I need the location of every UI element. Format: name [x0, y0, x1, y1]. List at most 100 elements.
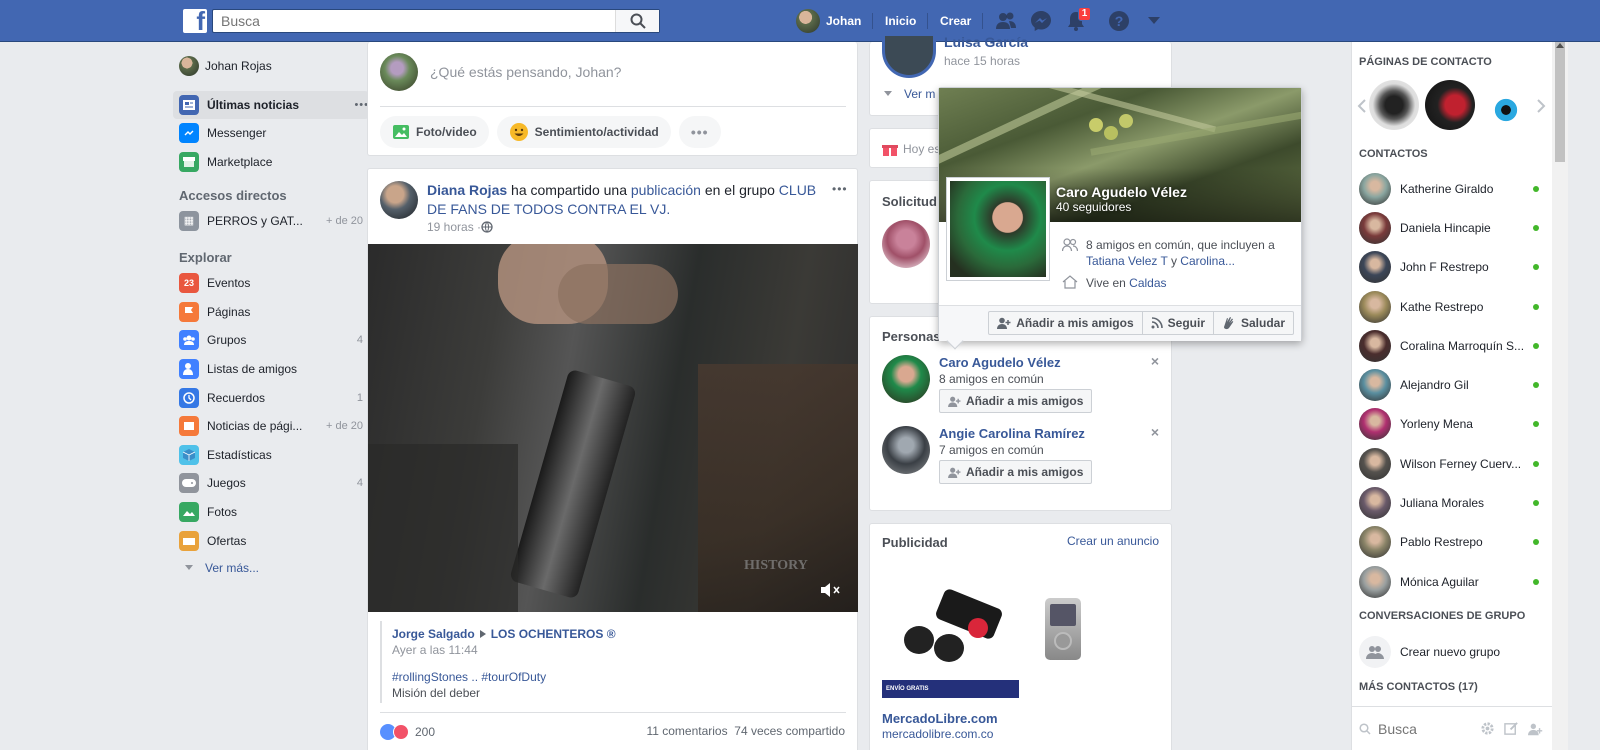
- contact-item[interactable]: Pablo Restrepo: [1352, 523, 1552, 562]
- friend-requests-icon[interactable]: [995, 11, 1017, 31]
- sidebar-item-news-feed[interactable]: Últimas noticias •••: [173, 90, 369, 120]
- mutual-friend-link[interactable]: Carolina...: [1180, 254, 1235, 268]
- close-icon[interactable]: ×: [1151, 424, 1159, 440]
- add-friend-button[interactable]: Añadir a mis amigos: [939, 460, 1093, 484]
- avatar[interactable]: [882, 426, 930, 474]
- composer-input[interactable]: ¿Qué estás pensando, Johan?: [380, 50, 845, 94]
- contact-item[interactable]: Yorleny Mena: [1352, 405, 1552, 444]
- contact-item[interactable]: Wilson Ferney Cuerv...: [1352, 444, 1552, 483]
- avatar[interactable]: [882, 355, 930, 403]
- scrollbar-thumb[interactable]: [1555, 42, 1565, 162]
- post-options-button[interactable]: •••: [832, 182, 848, 196]
- chevron-right-icon[interactable]: [1536, 99, 1546, 113]
- story-see-more[interactable]: Ver m: [882, 87, 935, 101]
- sidebar-item-page-feed[interactable]: Noticias de pági... + de 20: [179, 412, 363, 441]
- chevron-left-icon[interactable]: [1357, 99, 1367, 113]
- profile-link[interactable]: Johan: [796, 0, 861, 42]
- avatar[interactable]: [380, 181, 418, 219]
- wave-button[interactable]: Saludar: [1213, 311, 1294, 335]
- story-name[interactable]: Luisa García: [944, 34, 1028, 50]
- sidebar-item-messenger[interactable]: Messenger: [179, 119, 363, 148]
- ad-brand[interactable]: MercadoLibre.com: [882, 711, 998, 726]
- ad-image-secondary[interactable]: [1045, 598, 1081, 660]
- chat-search-input[interactable]: [1378, 720, 1478, 737]
- sidebar-item-pages[interactable]: Páginas: [179, 298, 363, 327]
- birthday-text[interactable]: Hoy es: [903, 142, 940, 156]
- video-player[interactable]: HISTORY: [368, 244, 858, 612]
- contact-item[interactable]: Alejandro Gil: [1352, 365, 1552, 404]
- page-avatar[interactable]: [1481, 80, 1531, 130]
- profile-shortcut[interactable]: Johan Rojas: [179, 52, 363, 81]
- suggestion-name[interactable]: Caro Agudelo Vélez: [939, 355, 1061, 370]
- contact-name: Daniela Hincapie: [1400, 220, 1491, 235]
- muted-speaker-icon[interactable]: [819, 581, 841, 599]
- reactions-summary[interactable]: 200: [380, 724, 435, 740]
- contact-name: Juliana Morales: [1400, 496, 1485, 511]
- ad-image[interactable]: ENVÍO GRATIS: [882, 568, 1019, 698]
- create-ad-link[interactable]: Crear un anuncio: [1067, 534, 1159, 548]
- sidebar-item-offers[interactable]: Ofertas: [179, 526, 363, 555]
- facebook-logo-icon[interactable]: f: [183, 9, 207, 33]
- sidebar-item-groups[interactable]: Grupos 4: [179, 326, 363, 355]
- original-author[interactable]: Jorge Salgado: [392, 627, 475, 641]
- post-stats[interactable]: 11 comentarios 74 veces compartido: [646, 724, 845, 738]
- avatar[interactable]: [882, 36, 936, 78]
- chevron-down-icon[interactable]: [1147, 16, 1161, 26]
- feeling-button[interactable]: Sentimiento/actividad: [496, 116, 671, 148]
- contact-item[interactable]: Katherine Giraldo: [1352, 169, 1552, 208]
- sidebar-item-games[interactable]: Juegos 4: [179, 469, 363, 498]
- feed-post: Diana Rojas ha compartido una publicació…: [367, 168, 858, 750]
- original-time[interactable]: Ayer a las 11:44: [392, 643, 478, 657]
- original-group[interactable]: LOS OCHENTEROS ®: [491, 627, 616, 641]
- contacts-options-icon[interactable]: [1528, 722, 1544, 736]
- contact-item[interactable]: Juliana Morales: [1352, 483, 1552, 522]
- see-more-link[interactable]: Ver más...: [179, 555, 363, 581]
- hovercard-name[interactable]: Caro Agudelo Vélez: [1056, 184, 1187, 200]
- city-link[interactable]: Caldas: [1129, 276, 1166, 290]
- contact-item[interactable]: Kathe Restrepo: [1352, 287, 1552, 326]
- messenger-icon[interactable]: [1030, 10, 1052, 32]
- mutual-friend-link[interactable]: Tatiana Velez T: [1086, 254, 1168, 268]
- photo-video-button[interactable]: Foto/video: [380, 116, 489, 148]
- people-heading: Personas: [882, 329, 941, 344]
- create-group-button[interactable]: Crear nuevo grupo: [1352, 632, 1552, 671]
- contact-item[interactable]: John F Restrepo: [1352, 248, 1552, 287]
- more-contacts-heading[interactable]: MÁS CONTACTOS (17): [1352, 681, 1478, 693]
- add-friend-button[interactable]: Añadir a mis amigos: [988, 311, 1143, 335]
- contact-item[interactable]: Coralina Marroquín S...: [1352, 326, 1552, 365]
- sidebar-item-marketplace[interactable]: Marketplace: [179, 148, 363, 177]
- page-scrollbar[interactable]: [1552, 42, 1568, 750]
- sidebar-item-photos[interactable]: Fotos: [179, 498, 363, 527]
- suggestion-name[interactable]: Angie Carolina Ramírez: [939, 426, 1085, 441]
- sidebar-item-memories[interactable]: Recuerdos 1: [179, 383, 363, 412]
- search-input[interactable]: [213, 10, 613, 32]
- shortcut-group[interactable]: ▦ PERROS y GAT... + de 20: [179, 206, 363, 235]
- avatar: [1359, 290, 1391, 323]
- avatar[interactable]: [882, 220, 930, 268]
- scroll-up-arrow-icon[interactable]: [1556, 42, 1564, 48]
- search-button[interactable]: [615, 10, 659, 32]
- add-friend-button[interactable]: Añadir a mis amigos: [939, 389, 1093, 413]
- contact-name: Alejandro Gil: [1400, 378, 1469, 393]
- contact-item[interactable]: Mónica Aguilar: [1352, 562, 1552, 601]
- ad-url[interactable]: mercadolibre.com.co: [882, 727, 993, 741]
- close-icon[interactable]: ×: [1151, 353, 1159, 369]
- sidebar-item-insights[interactable]: Estadísticas: [179, 441, 363, 470]
- more-options-button[interactable]: •••: [678, 116, 721, 148]
- gear-icon[interactable]: [1480, 721, 1495, 736]
- hashtags[interactable]: #rollingStones .. #tourOfDuty: [392, 670, 546, 684]
- help-icon[interactable]: ?: [1108, 10, 1130, 32]
- follow-button[interactable]: Seguir: [1142, 311, 1214, 335]
- compose-icon[interactable]: [1504, 721, 1519, 736]
- sidebar-item-events[interactable]: 23 Eventos: [179, 269, 363, 298]
- publication-link[interactable]: publicación: [631, 182, 701, 198]
- post-author[interactable]: Diana Rojas: [427, 182, 507, 198]
- profile-picture[interactable]: [946, 177, 1050, 281]
- page-avatar[interactable]: [1369, 80, 1419, 130]
- contact-item[interactable]: Daniela Hincapie: [1352, 208, 1552, 247]
- post-time[interactable]: 19 horas ·: [427, 220, 481, 234]
- wave-label: Saludar: [1240, 316, 1285, 330]
- sidebar-item-friend-lists[interactable]: Listas de amigos: [179, 355, 363, 384]
- page-avatar[interactable]: [1425, 80, 1475, 130]
- profile-hovercard: Caro Agudelo Vélez 40 seguidores 8 amigo…: [938, 87, 1302, 350]
